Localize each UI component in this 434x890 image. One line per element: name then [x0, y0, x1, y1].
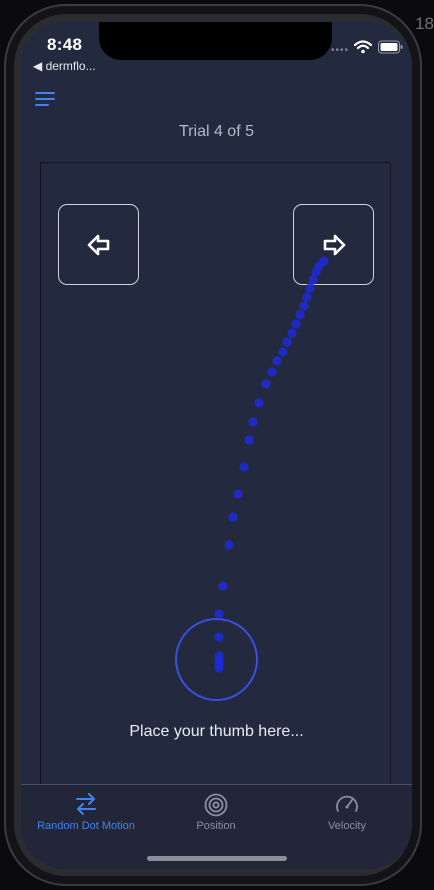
trace-dot [305, 283, 315, 293]
tab-label: Velocity [328, 820, 366, 832]
trace-dot [228, 512, 238, 522]
trace-dot [248, 417, 258, 427]
trace-dot [244, 435, 254, 445]
trace-dot [261, 379, 271, 389]
trace-dot [282, 337, 292, 347]
trace-dot [239, 462, 249, 472]
trace-dot [287, 328, 297, 338]
trace-dot [233, 489, 243, 499]
swap-arrows-icon [76, 793, 96, 815]
app-screen: 8:48 ◀ dermflo... •••• Trial 4 of 5 Plac… [21, 22, 412, 869]
trace-dot [272, 356, 282, 366]
tab-random-dot-motion[interactable]: Random Dot Motion [21, 785, 151, 841]
trace-dot [319, 256, 329, 266]
trace-dot [291, 319, 301, 329]
tab-velocity[interactable]: Velocity [282, 785, 412, 841]
trace-dot [218, 581, 228, 591]
tab-label: Random Dot Motion [37, 820, 135, 832]
side-text: 18 [415, 14, 434, 33]
trace-dot [267, 367, 277, 377]
trace-dot [295, 310, 305, 320]
trace-dot [299, 301, 309, 311]
tab-label: Position [196, 820, 236, 832]
trace-dot [308, 275, 318, 285]
trace-dot [254, 398, 264, 408]
trace-dot [224, 540, 234, 550]
trace-dot [214, 632, 224, 642]
target-icon [204, 793, 228, 817]
home-indicator [147, 856, 287, 861]
tab-position[interactable]: Position [151, 785, 281, 841]
trace-dot [214, 651, 224, 661]
thumb-trace [214, 256, 329, 673]
trace-dot [278, 347, 288, 357]
speedometer-icon [336, 795, 358, 812]
thumb-prompt: Place your thumb here... [129, 723, 304, 740]
trace-dot [302, 292, 312, 302]
trace-dot [214, 609, 224, 619]
